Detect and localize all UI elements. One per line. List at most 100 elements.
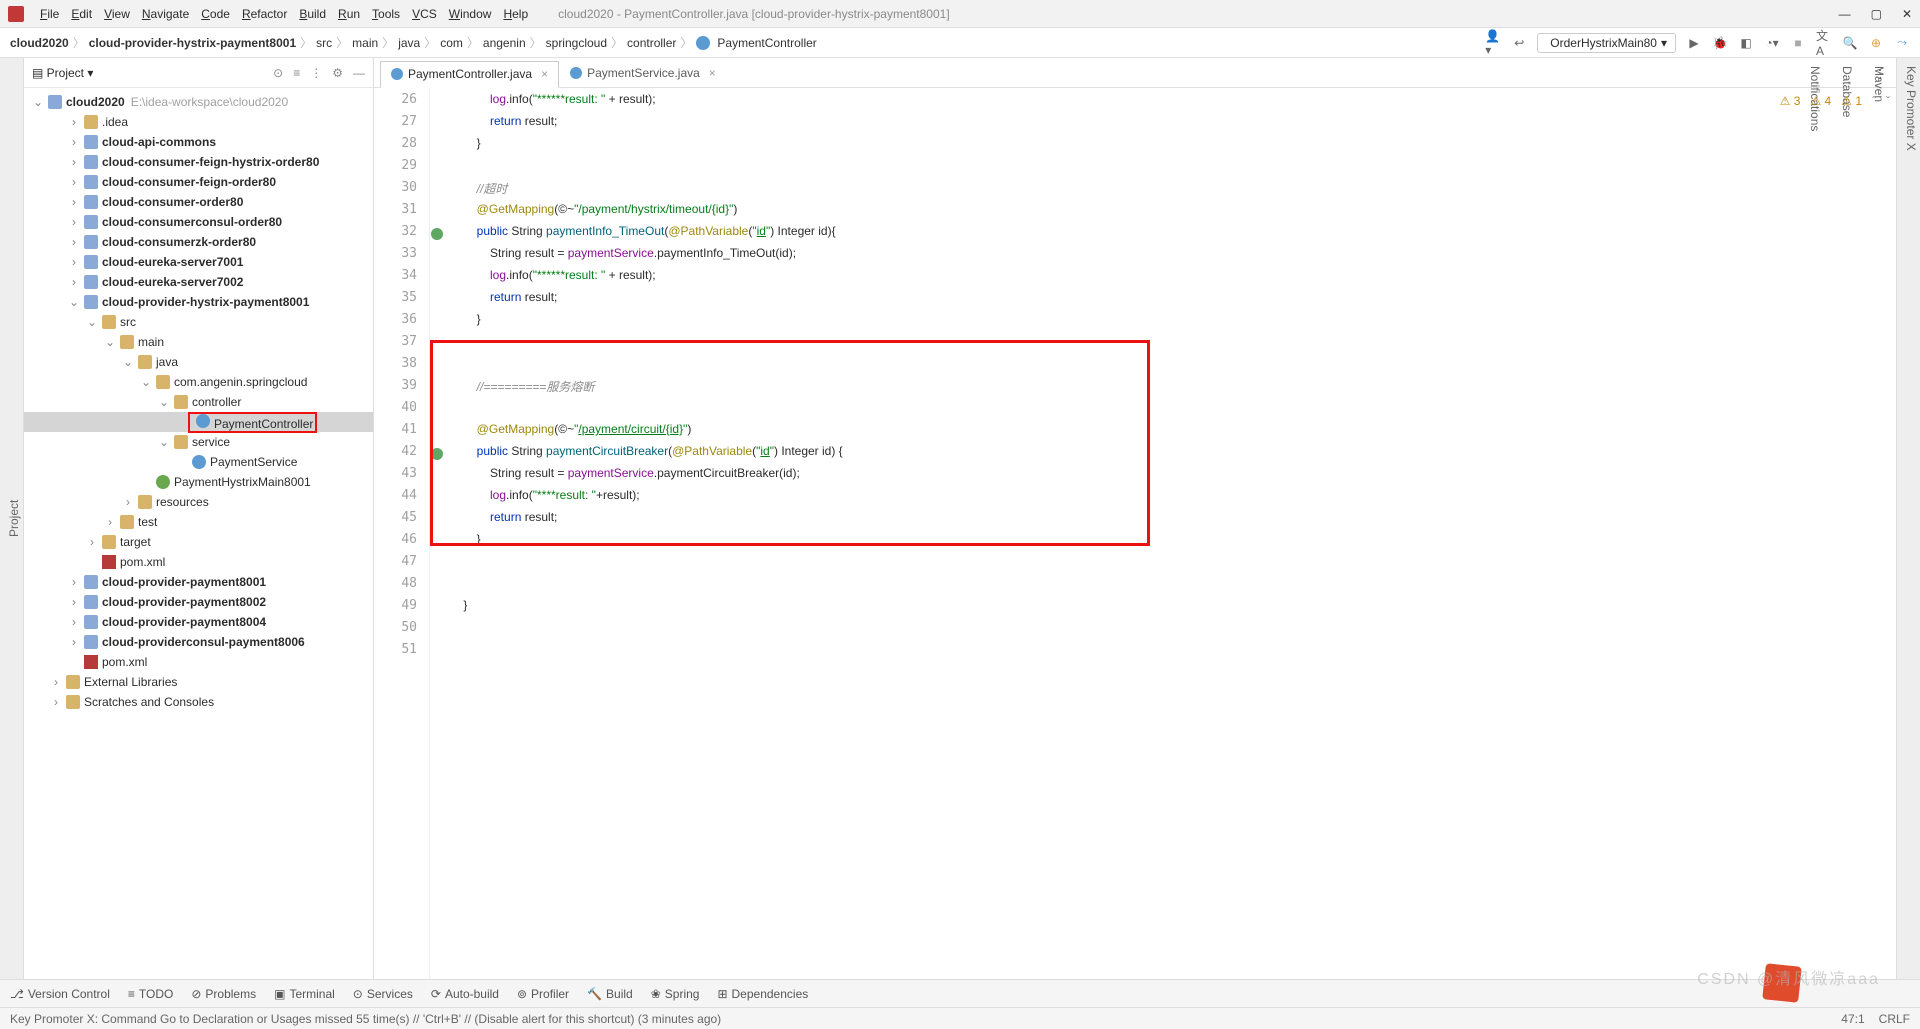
chevron-down-icon: ▾ — [1661, 36, 1667, 50]
collapse-all-icon[interactable]: ⋮ — [310, 66, 322, 80]
tree-node[interactable]: ›Scratches and Consoles — [24, 692, 373, 712]
tree-node[interactable]: ›cloud-consumerzk-order80 — [24, 232, 373, 252]
menu-run[interactable]: Run — [332, 5, 366, 23]
key-promoter-tool-button[interactable]: Key Promoter X — [1904, 66, 1918, 971]
expand-all-icon[interactable]: ≡ — [293, 66, 300, 80]
tree-node[interactable]: ›cloud-consumer-order80 — [24, 192, 373, 212]
menu-code[interactable]: Code — [195, 5, 236, 23]
run-config-dropdown[interactable]: OrderHystrixMain80 ▾ — [1537, 33, 1676, 53]
crumb-2[interactable]: src — [316, 36, 332, 50]
vcs-icon[interactable]: ⤳ — [1894, 35, 1910, 51]
project-tree[interactable]: ⌄cloud2020E:\idea-workspace\cloud2020›.i… — [24, 88, 373, 979]
debug-button[interactable]: 🐞 — [1712, 35, 1728, 51]
tree-node[interactable]: ›.idea — [24, 112, 373, 132]
menu-bar: FileEditViewNavigateCodeRefactorBuildRun… — [0, 0, 1920, 28]
line-ending[interactable]: CRLF — [1879, 1012, 1910, 1026]
menu-window[interactable]: Window — [443, 5, 498, 23]
crumb-1[interactable]: cloud-provider-hystrix-payment8001 — [89, 36, 296, 50]
tool-version-control[interactable]: ⎇ Version Control — [10, 987, 110, 1001]
add-icon[interactable]: ⊕ — [1868, 35, 1884, 51]
tree-node[interactable]: ›External Libraries — [24, 672, 373, 692]
crumb-6[interactable]: angenin — [483, 36, 526, 50]
hide-icon[interactable]: — — [353, 66, 365, 80]
tool-profiler[interactable]: ⊚ Profiler — [517, 987, 569, 1001]
tool-auto-build[interactable]: ⟳ Auto-build — [431, 987, 499, 1001]
tree-node[interactable]: ›cloud-consumerconsul-order80 — [24, 212, 373, 232]
tool-services[interactable]: ⊙ Services — [353, 987, 413, 1001]
select-opened-icon[interactable]: ⊙ — [273, 66, 283, 80]
tree-root[interactable]: ⌄cloud2020E:\idea-workspace\cloud2020 — [24, 92, 373, 112]
menu-file[interactable]: File — [34, 5, 65, 23]
tree-node[interactable]: ›cloud-eureka-server7002 — [24, 272, 373, 292]
tree-node[interactable]: ›cloud-provider-payment8004 — [24, 612, 373, 632]
tree-node[interactable]: ›cloud-consumer-feign-order80 — [24, 172, 373, 192]
menu-build[interactable]: Build — [293, 5, 332, 23]
back-icon[interactable]: ↩ — [1511, 35, 1527, 51]
tree-node[interactable]: ›cloud-api-commons — [24, 132, 373, 152]
tool-dependencies[interactable]: ⊞ Dependencies — [717, 987, 808, 1001]
caret-position[interactable]: 47:1 — [1841, 1012, 1864, 1026]
tree-node[interactable]: ›cloud-provider-payment8002 — [24, 592, 373, 612]
project-view-dropdown[interactable]: ▤ Project ▾ — [32, 66, 93, 80]
code-editor[interactable]: ⚠ 3 ⚠ 4 ⚠ 1 ˆˇ log.info("******result: "… — [430, 88, 1896, 979]
menu-view[interactable]: View — [98, 5, 136, 23]
stop-button[interactable]: ■ — [1790, 35, 1806, 51]
tool-todo[interactable]: ≡ TODO — [128, 987, 173, 1001]
run-button[interactable]: ▶ — [1686, 35, 1702, 51]
tool-build[interactable]: 🔨 Build — [587, 987, 633, 1001]
menu-tools[interactable]: Tools — [366, 5, 406, 23]
maximize-button[interactable]: ▢ — [1871, 7, 1882, 21]
search-icon[interactable]: 🔍 — [1842, 35, 1858, 51]
menu-edit[interactable]: Edit — [65, 5, 98, 23]
editor-tab[interactable]: PaymentController.java× — [380, 61, 559, 88]
menu-vcs[interactable]: VCS — [406, 5, 443, 23]
tree-node[interactable]: PaymentHystrixMain8001 — [24, 472, 373, 492]
crumb-3[interactable]: main — [352, 36, 378, 50]
tree-node[interactable]: ⌄cloud-provider-hystrix-payment8001 — [24, 292, 373, 312]
translate-icon[interactable]: 文A — [1816, 35, 1832, 51]
settings-icon[interactable]: ⚙ — [332, 66, 343, 80]
tree-node[interactable]: ⌄controller — [24, 392, 373, 412]
editor-tab[interactable]: PaymentService.java× — [559, 60, 727, 87]
tree-node[interactable]: ›cloud-consumer-feign-hystrix-order80 — [24, 152, 373, 172]
tree-node[interactable]: ⌄src — [24, 312, 373, 332]
minimize-button[interactable]: — — [1839, 7, 1851, 21]
tool-terminal[interactable]: ▣ Terminal — [274, 987, 335, 1001]
close-tab-icon[interactable]: × — [541, 67, 548, 81]
project-tool-button[interactable]: Project — [7, 68, 21, 969]
app-logo-icon — [8, 6, 24, 22]
menu-navigate[interactable]: Navigate — [136, 5, 195, 23]
editor-area: PaymentController.java×PaymentService.ja… — [374, 58, 1896, 979]
tree-node[interactable]: ›test — [24, 512, 373, 532]
tree-node[interactable]: ⌄com.angenin.springcloud — [24, 372, 373, 392]
menu-refactor[interactable]: Refactor — [236, 5, 293, 23]
menu-help[interactable]: Help — [497, 5, 534, 23]
inspection-status[interactable]: ⚠ 3 ⚠ 4 ⚠ 1 ˆˇ — [1780, 94, 1890, 108]
tree-node[interactable]: ⌄java — [24, 352, 373, 372]
tree-node[interactable]: pom.xml — [24, 552, 373, 572]
crumb-5[interactable]: com — [440, 36, 463, 50]
profile-button[interactable]: ◔▾ — [1764, 35, 1780, 51]
close-tab-icon[interactable]: × — [709, 66, 716, 80]
tree-node[interactable]: ⌄main — [24, 332, 373, 352]
tree-node[interactable]: ›target — [24, 532, 373, 552]
crumb-0[interactable]: cloud2020 — [10, 36, 69, 50]
tree-node[interactable]: ›cloud-providerconsul-payment8006 — [24, 632, 373, 652]
tree-node[interactable]: PaymentService — [24, 452, 373, 472]
crumb-8[interactable]: controller — [627, 36, 676, 50]
crumb-4[interactable]: java — [398, 36, 420, 50]
tool-spring[interactable]: ❀ Spring — [651, 987, 700, 1001]
user-icon[interactable]: 👤▾ — [1485, 35, 1501, 51]
tool-problems[interactable]: ⊘ Problems — [191, 987, 256, 1001]
tree-node[interactable]: pom.xml — [24, 652, 373, 672]
tree-node[interactable]: ›resources — [24, 492, 373, 512]
tree-node[interactable]: ⌄service — [24, 432, 373, 452]
close-button[interactable]: ✕ — [1902, 7, 1912, 21]
tree-node[interactable]: ›cloud-eureka-server7001 — [24, 252, 373, 272]
tree-node[interactable]: ›cloud-provider-payment8001 — [24, 572, 373, 592]
navigation-bar: cloud2020〉cloud-provider-hystrix-payment… — [0, 28, 1920, 58]
coverage-button[interactable]: ◧ — [1738, 35, 1754, 51]
crumb-7[interactable]: springcloud — [546, 36, 607, 50]
tree-node[interactable]: PaymentController — [24, 412, 373, 432]
crumb-9[interactable]: PaymentController — [717, 36, 816, 50]
